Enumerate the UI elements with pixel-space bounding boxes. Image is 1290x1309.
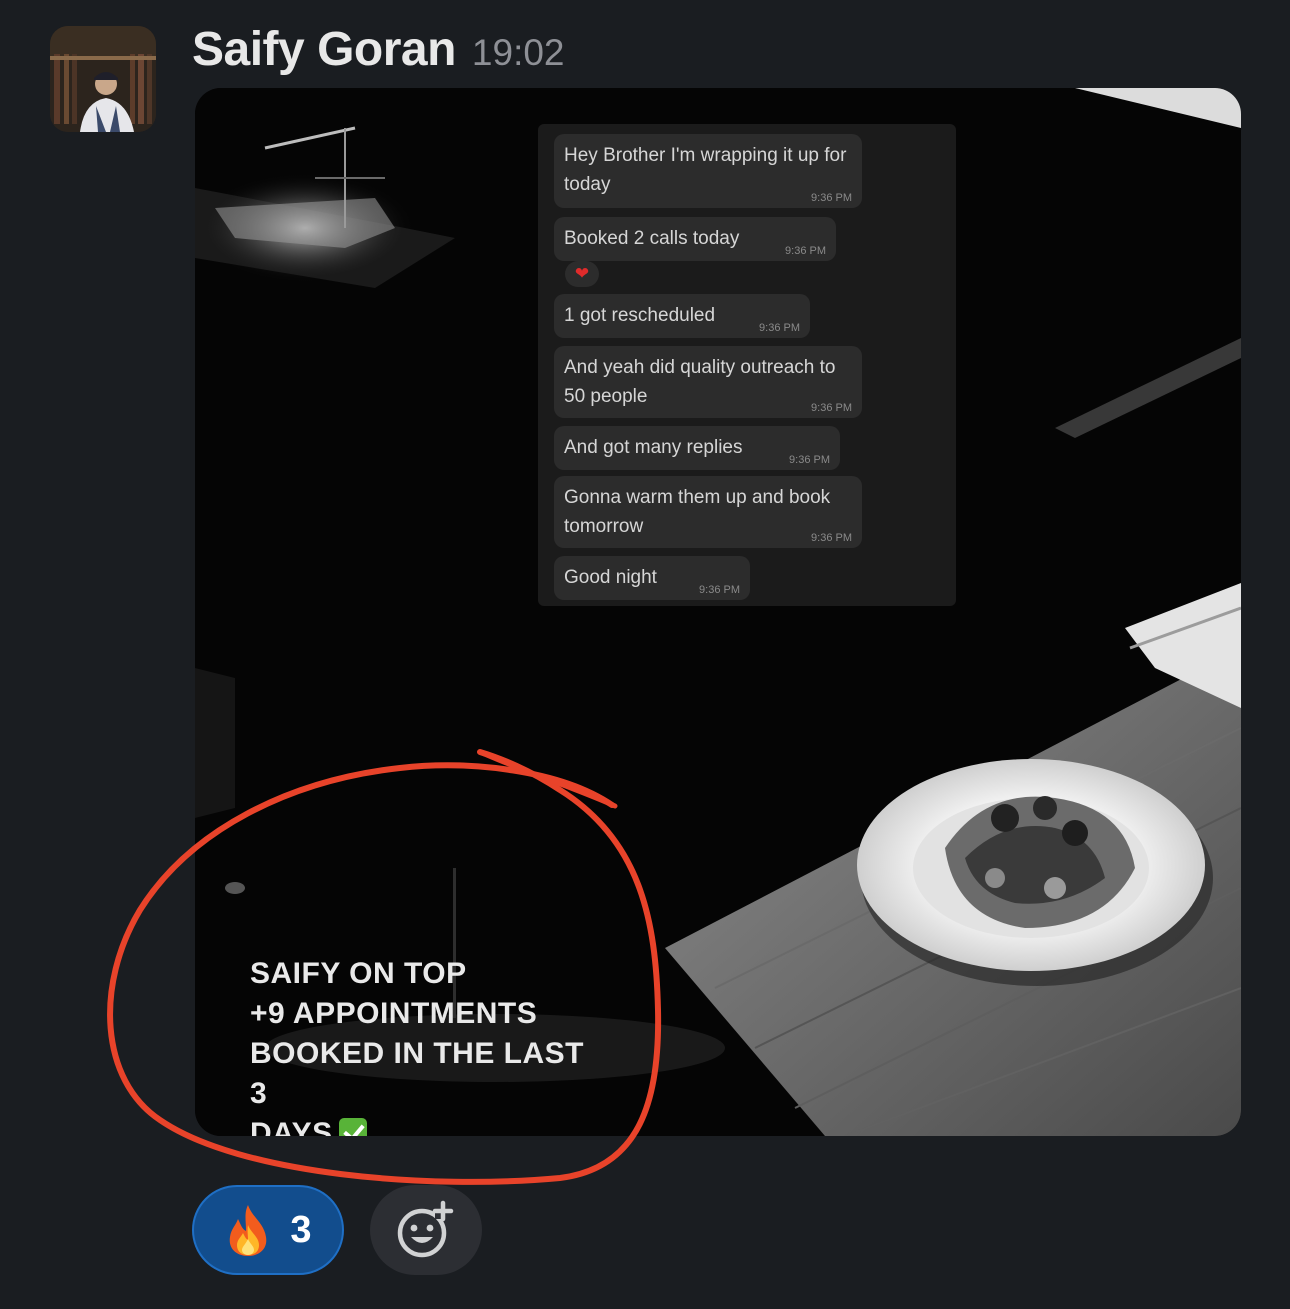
chat-bubble: Gonna warm them up and book tomorrow 9:3… bbox=[554, 476, 862, 548]
message-view: Saify Goran 19:02 Hey Brother I'm wrappi… bbox=[0, 0, 1290, 1309]
message-header: Saify Goran 19:02 bbox=[192, 22, 565, 82]
chat-bubble-text: And got many replies bbox=[564, 437, 743, 458]
chat-bubble-time: 9:36 PM bbox=[811, 192, 852, 204]
message-timestamp[interactable]: 19:02 bbox=[472, 32, 565, 74]
chat-bubble-text: Hey Brother I'm wrapping it up for today bbox=[564, 145, 847, 195]
heart-reaction-icon: ❤ bbox=[565, 261, 599, 287]
chat-bubble-time: 9:36 PM bbox=[785, 245, 826, 257]
chat-bubble: 1 got rescheduled 9:36 PM bbox=[554, 294, 810, 338]
avatar-photo bbox=[50, 26, 156, 132]
chat-bubble-time: 9:36 PM bbox=[811, 532, 852, 544]
chat-bubble-text: And yeah did quality outreach to 50 peop… bbox=[564, 357, 836, 407]
overlay-caption-text: SAIFY ON TOP +9 APPOINTMENTS BOOKED IN T… bbox=[250, 957, 585, 1136]
chat-bubble-text: Gonna warm them up and book tomorrow bbox=[564, 487, 831, 537]
chat-bubble: Booked 2 calls today 9:36 PM bbox=[554, 217, 836, 261]
chat-screenshot: Hey Brother I'm wrapping it up for today… bbox=[538, 124, 956, 606]
chat-bubble-time: 9:36 PM bbox=[811, 402, 852, 414]
sender-name[interactable]: Saify Goran bbox=[192, 22, 456, 77]
image-attachment[interactable]: Hey Brother I'm wrapping it up for today… bbox=[195, 88, 1241, 1136]
chat-bubble: Good night 9:36 PM bbox=[554, 556, 750, 600]
chat-bubble-time: 9:36 PM bbox=[699, 584, 740, 596]
user-avatar[interactable] bbox=[50, 26, 156, 132]
reactions-bar: 3 bbox=[192, 1185, 482, 1275]
chat-bubble-text: Booked 2 calls today bbox=[564, 228, 740, 249]
smiley-plus-icon bbox=[397, 1200, 454, 1258]
check-mark-icon bbox=[338, 1118, 367, 1136]
fire-reaction-button[interactable]: 3 bbox=[192, 1185, 344, 1275]
chat-bubble: And yeah did quality outreach to 50 peop… bbox=[554, 346, 862, 418]
add-reaction-button[interactable] bbox=[370, 1185, 482, 1275]
fire-icon bbox=[230, 1205, 267, 1256]
chat-bubble-text: 1 got rescheduled bbox=[564, 305, 716, 326]
overlay-caption: SAIFY ON TOP +9 APPOINTMENTS BOOKED IN T… bbox=[250, 954, 610, 1136]
chat-bubble-text: Good night bbox=[564, 567, 657, 588]
chat-bubble-time: 9:36 PM bbox=[759, 322, 800, 334]
reaction-count: 3 bbox=[290, 1208, 312, 1251]
chat-bubble: Hey Brother I'm wrapping it up for today… bbox=[554, 134, 862, 208]
chat-bubble: And got many replies 9:36 PM bbox=[554, 426, 840, 470]
chat-bubble-time: 9:36 PM bbox=[789, 454, 830, 466]
